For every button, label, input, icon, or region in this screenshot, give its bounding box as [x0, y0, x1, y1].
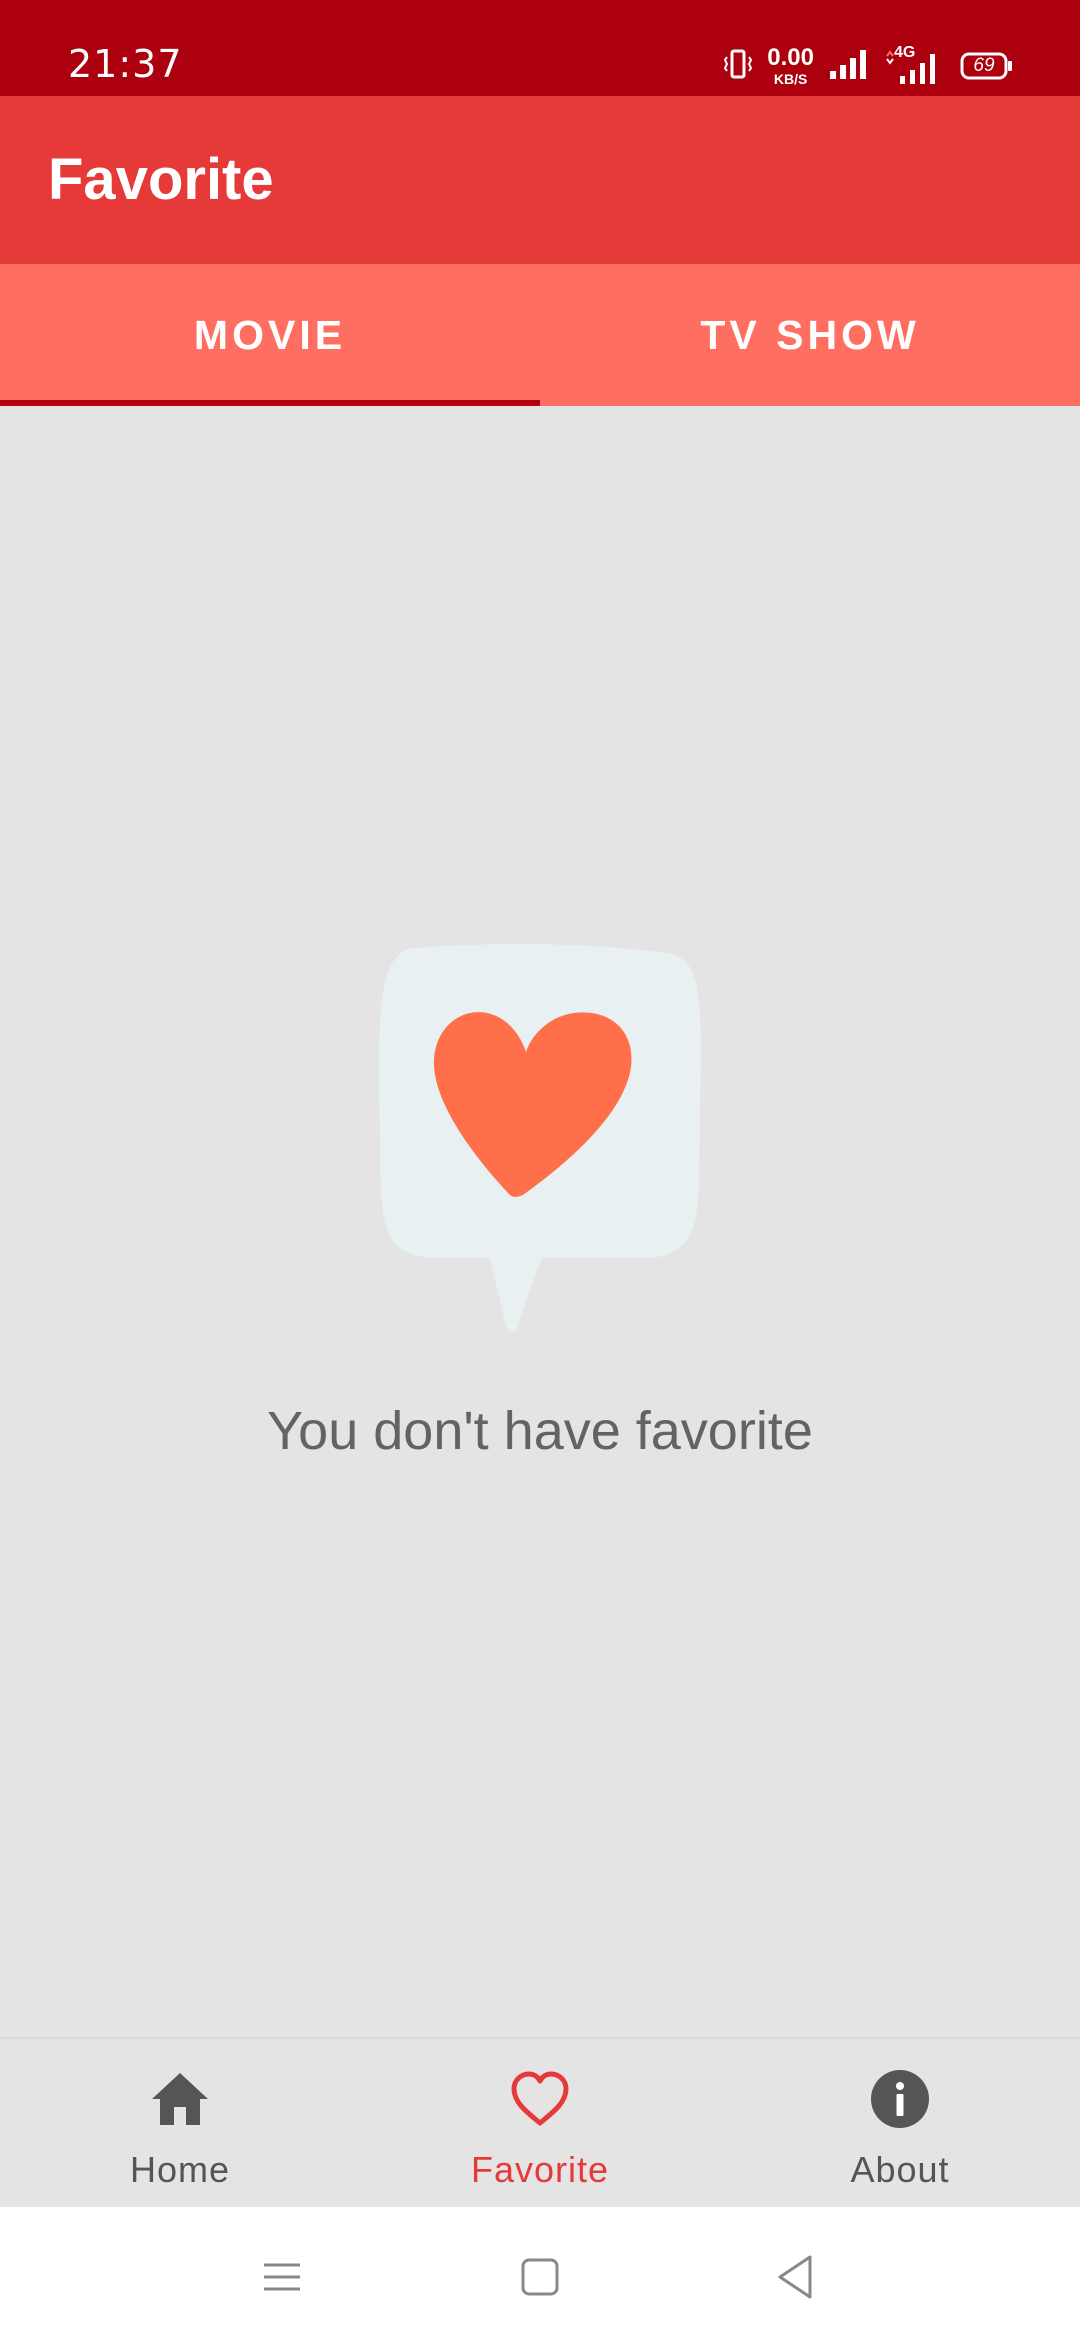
home-icon	[150, 2069, 210, 2129]
nav-item-about[interactable]: About	[720, 2039, 1080, 2209]
app-bar: Favorite	[0, 96, 1080, 264]
tab-tv-show[interactable]: TV SHOW	[540, 264, 1080, 406]
network-speed-unit: KB/S	[773, 71, 808, 87]
nav-item-home[interactable]: Home	[0, 2039, 360, 2209]
tab-movie[interactable]: MOVIE	[0, 264, 540, 406]
nav-item-favorite[interactable]: Favorite	[360, 2039, 720, 2209]
battery-level: 69	[973, 55, 995, 76]
back-icon[interactable]	[766, 2247, 826, 2307]
status-icons: 0.00 KB/S 4G 69	[723, 40, 1014, 92]
status-bar: 21:37 0.00 KB/S 4G 69	[0, 0, 1080, 96]
bottom-navigation: Home Favorite About	[0, 2037, 1080, 2209]
system-navigation-bar	[0, 2207, 1080, 2340]
page-title: Favorite	[48, 147, 274, 212]
vibrate-icon	[723, 47, 753, 86]
signal-4g-icon: 4G	[884, 44, 946, 86]
network-speed-value: 0.00	[767, 44, 814, 71]
battery-icon: 69	[960, 52, 1014, 80]
nav-label-about: About	[850, 2149, 950, 2190]
empty-state-message: You don't have favorite	[267, 1401, 813, 1461]
home-square-icon[interactable]	[510, 2247, 570, 2307]
heart-outline-icon	[510, 2069, 570, 2129]
signal-icon	[828, 47, 870, 86]
info-icon	[870, 2069, 930, 2129]
network-speed: 0.00 KB/S	[767, 44, 814, 87]
nav-label-home: Home	[129, 2149, 231, 2190]
menu-icon[interactable]	[252, 2247, 312, 2307]
status-time: 21:37	[68, 42, 183, 86]
tab-indicator	[0, 400, 540, 406]
nav-label-favorite: Favorite	[470, 2149, 610, 2190]
heart-speech-bubble-icon	[372, 940, 708, 1340]
tab-bar: MOVIE TV SHOW	[0, 264, 1080, 406]
